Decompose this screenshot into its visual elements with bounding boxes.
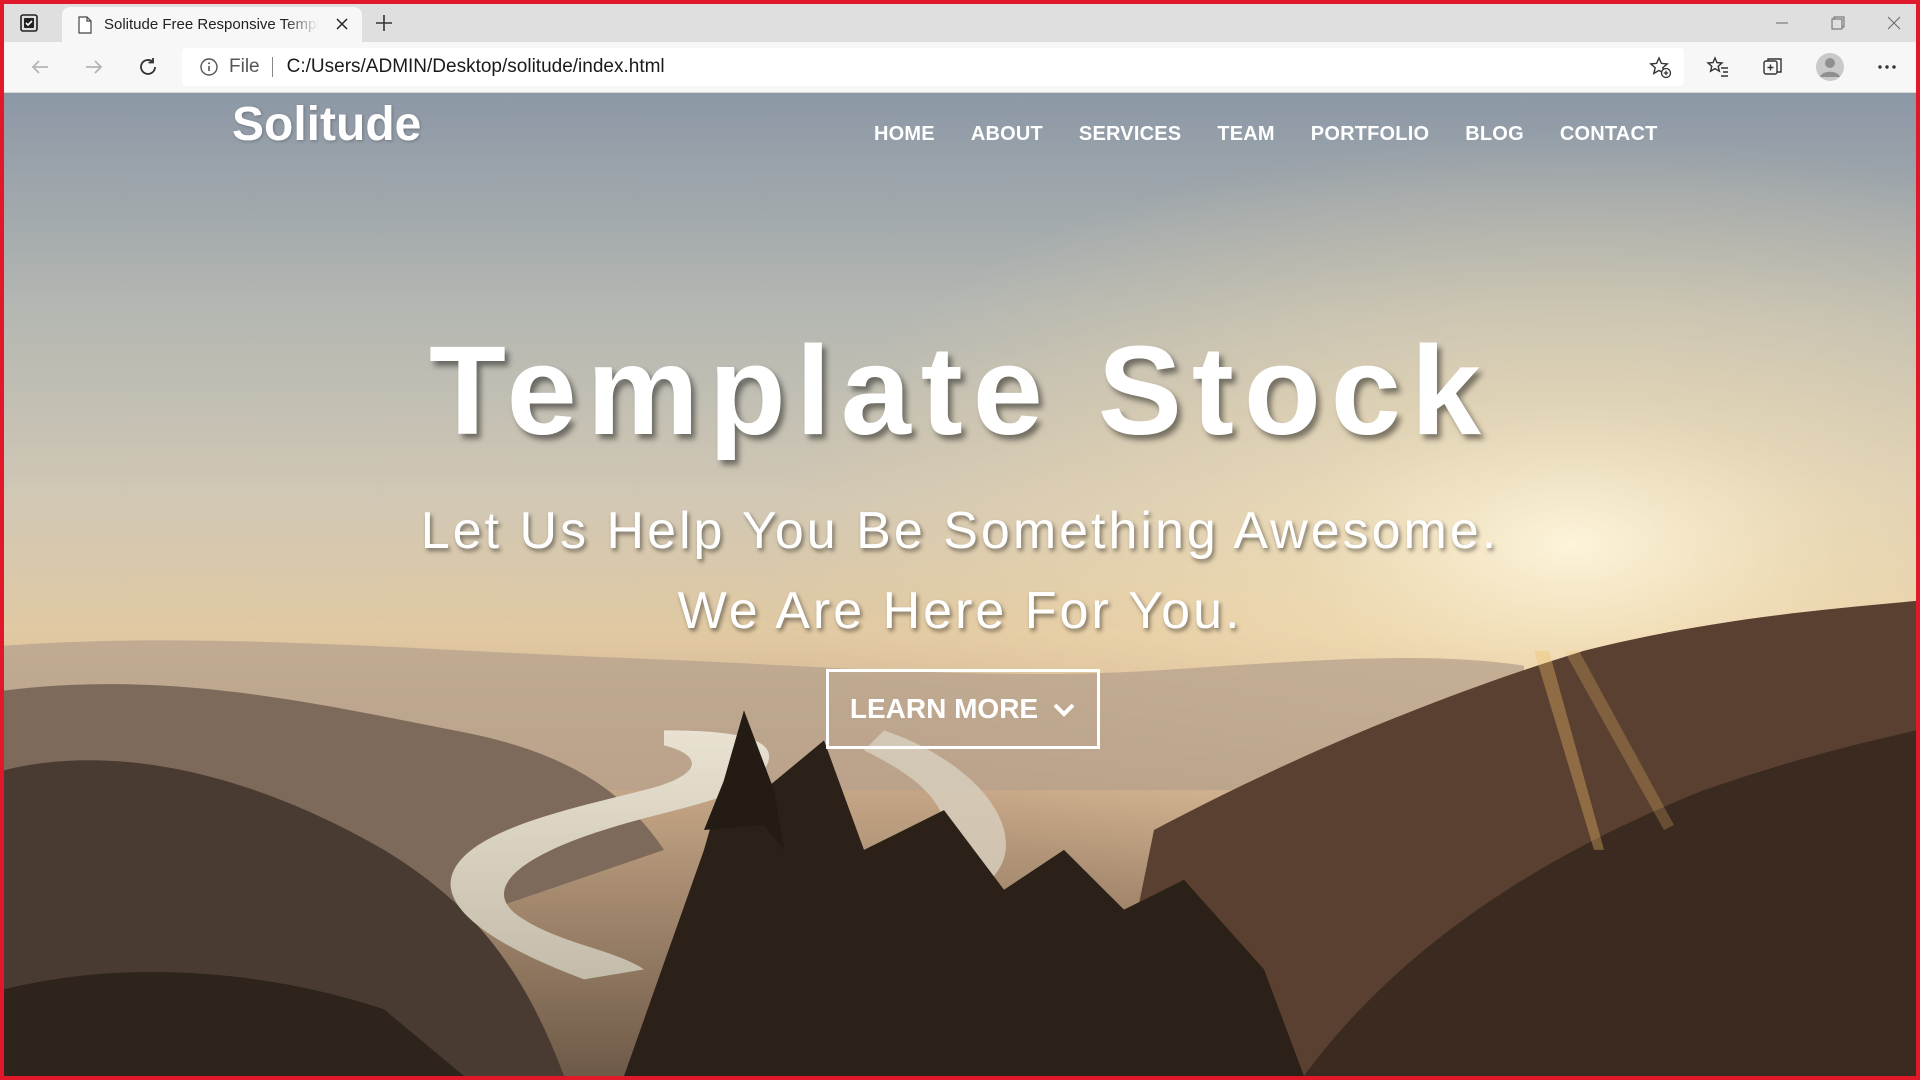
refresh-icon[interactable]	[132, 51, 164, 83]
browser-window: Solitude Free Responsive Template File C…	[0, 0, 1920, 1080]
forward-arrow-icon[interactable]	[78, 51, 110, 83]
address-bar[interactable]: File C:/Users/ADMIN/Desktop/solitude/ind…	[182, 48, 1684, 86]
site-logo[interactable]: Solitude	[232, 97, 421, 152]
star-plus-icon[interactable]	[1648, 55, 1672, 79]
page-viewport: Solitude HOME ABOUT SERVICES TEAM PORTFO…	[4, 93, 1916, 1076]
nav-portfolio[interactable]: PORTFOLIO	[1311, 123, 1429, 146]
nav-about[interactable]: ABOUT	[971, 123, 1043, 146]
nav-blog[interactable]: BLOG	[1465, 123, 1524, 146]
close-icon[interactable]	[334, 16, 350, 32]
favorites-icon[interactable]	[1702, 51, 1734, 83]
url-scheme-label: File	[229, 56, 260, 77]
learn-more-label: LEARN MORE	[849, 693, 1039, 724]
nav-home[interactable]: HOME	[874, 123, 935, 146]
tab-active[interactable]: Solitude Free Responsive Template	[62, 7, 362, 42]
minimize-icon[interactable]	[1754, 4, 1810, 42]
browser-toolbar: File C:/Users/ADMIN/Desktop/solitude/ind…	[4, 42, 1916, 93]
tab-strip: Solitude Free Responsive Template	[4, 4, 1916, 42]
info-icon[interactable]	[199, 57, 219, 77]
chevron-down-icon	[1052, 693, 1076, 725]
more-icon[interactable]	[1871, 51, 1903, 83]
profile-icon[interactable]	[1814, 51, 1846, 83]
plus-icon[interactable]	[372, 11, 396, 35]
collections-icon[interactable]	[1757, 51, 1789, 83]
tab-actions-icon[interactable]	[18, 12, 40, 34]
back-arrow-icon[interactable]	[24, 51, 56, 83]
main-nav: HOME ABOUT SERVICES TEAM PORTFOLIO BLOG …	[874, 123, 1694, 146]
nav-team[interactable]: TEAM	[1217, 123, 1274, 146]
nav-contact[interactable]: CONTACT	[1560, 123, 1658, 146]
restore-icon[interactable]	[1810, 4, 1866, 42]
hero-title: Template Stock	[429, 320, 1491, 461]
learn-more-button[interactable]: LEARN MORE	[826, 669, 1100, 749]
hero-subtitle-line2: We Are Here For You.	[677, 582, 1243, 640]
page-icon	[78, 15, 92, 34]
url-text[interactable]: C:/Users/ADMIN/Desktop/solitude/index.ht…	[287, 56, 665, 78]
address-separator	[271, 57, 273, 77]
nav-services[interactable]: SERVICES	[1079, 123, 1181, 146]
tab-title: Solitude Free Responsive Template	[104, 16, 319, 33]
window-close-icon[interactable]	[1866, 4, 1916, 42]
hero-subtitle-line1: Let Us Help You Be Something Awesome.	[420, 502, 1500, 560]
